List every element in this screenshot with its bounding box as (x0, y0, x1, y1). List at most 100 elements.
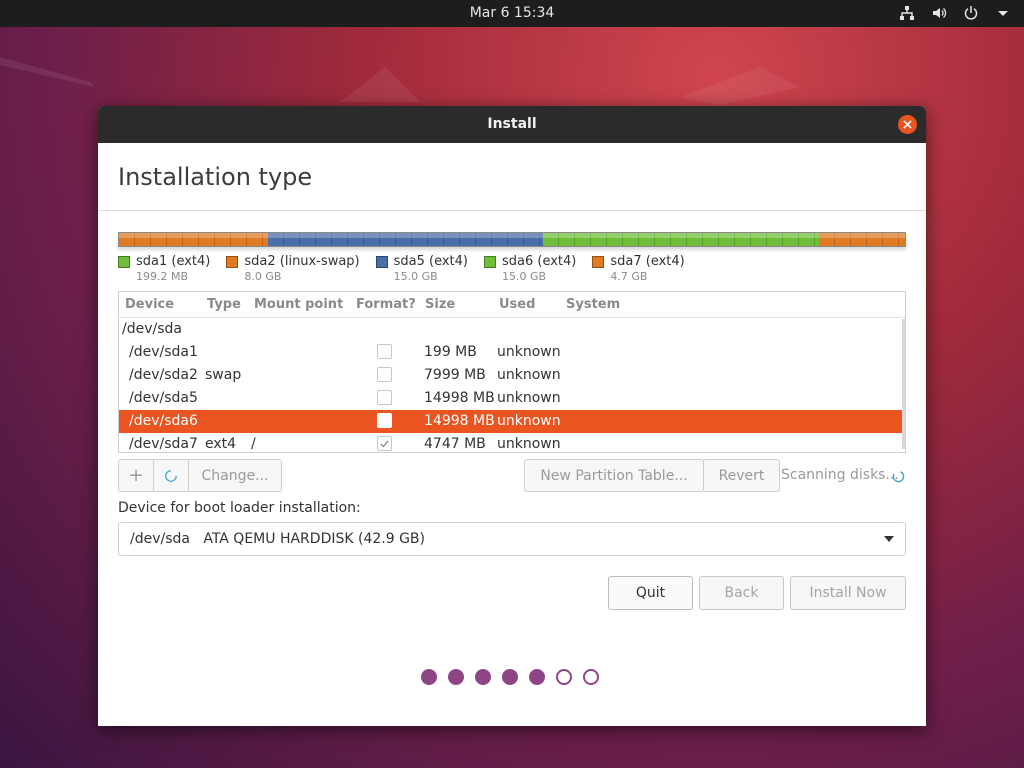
col-type[interactable]: Type (207, 297, 241, 312)
back-button[interactable]: Back (699, 576, 784, 610)
new-partition-table-button[interactable]: New Partition Table... (524, 459, 704, 492)
chevron-down-icon (884, 536, 894, 542)
revert-button[interactable]: Revert (703, 459, 780, 492)
format-checkbox[interactable] (377, 413, 392, 428)
top-bar: Mar 6 15:34 (0, 0, 1024, 27)
partition-segment-sda7 (818, 233, 905, 246)
progress-dot (421, 669, 437, 685)
partition-legend: sda1 (ext4) 199.2 MB sda2 (linux-swap) 8.0 … (118, 254, 701, 283)
cell-device: /dev/sda2 (129, 367, 198, 383)
cell-used: unknown (497, 413, 561, 429)
cell-size: 7999 MB (424, 367, 486, 383)
format-checkbox[interactable] (377, 436, 392, 451)
format-checkbox[interactable] (377, 367, 392, 382)
disk-name: /dev/sda (122, 321, 182, 337)
col-format[interactable]: Format? (356, 297, 416, 312)
format-checkbox[interactable] (377, 390, 392, 405)
legend-size: 199.2 MB (136, 270, 189, 283)
system-tray[interactable] (898, 4, 1012, 22)
network-icon[interactable] (898, 4, 916, 22)
partition-table[interactable]: Device Type Mount point Format? Size Use… (118, 291, 906, 453)
cell-size: 14998 MB (424, 390, 495, 406)
page-title: Installation type (118, 163, 313, 191)
cell-used: unknown (497, 367, 561, 383)
install-window: Install Installation type sda1 (ext4) 199… (98, 106, 926, 726)
bootloader-label: Device for boot loader installation: (118, 500, 361, 516)
legend-swatch (118, 256, 130, 268)
install-now-button[interactable]: Install Now (790, 576, 906, 610)
quit-label: Quit (635, 585, 666, 601)
legend-size: 8.0 GB (244, 270, 282, 283)
legend-item: sda5 (ext4) 15.0 GB (375, 254, 468, 283)
partition-segment-sda6 (543, 233, 819, 246)
progress-dot (475, 669, 491, 685)
table-row[interactable]: /dev/sda5 14998 MB unknown (119, 387, 905, 410)
partition-bar (118, 232, 906, 247)
remove-partition-button[interactable] (153, 459, 189, 492)
legend-item: sda2 (linux-swap) 8.0 GB (226, 254, 360, 283)
segment-highlight (119, 233, 269, 238)
format-checkbox[interactable] (377, 344, 392, 359)
legend-swatch (484, 256, 496, 268)
bootloader-value: /dev/sda ATA QEMU HARDDISK (42.9 GB) (130, 531, 425, 547)
col-device[interactable]: Device (125, 297, 174, 312)
legend-name: sda5 (ext4) (393, 254, 468, 269)
legend-item: sda1 (ext4) 199.2 MB (118, 254, 210, 283)
col-used[interactable]: Used (499, 297, 535, 312)
legend-item: sda6 (ext4) 15.0 GB (484, 254, 576, 283)
table-header: Device Type Mount point Format? Size Use… (119, 292, 905, 318)
progress-dot (529, 669, 545, 685)
table-row[interactable]: /dev/sda2 swap 7999 MB unknown (119, 364, 905, 387)
close-icon (903, 120, 912, 129)
quit-button[interactable]: Quit (608, 576, 693, 610)
cell-device: /dev/sda7 (129, 436, 198, 452)
table-scrollbar[interactable] (902, 319, 905, 449)
table-row-disk[interactable]: /dev/sda (119, 318, 905, 341)
progress-dot (448, 669, 464, 685)
legend-name: sda6 (ext4) (502, 254, 577, 269)
legend-name: sda7 (ext4) (610, 254, 685, 269)
scanning-status: Scanning disks... (781, 467, 899, 483)
back-label: Back (724, 585, 759, 601)
refresh-icon (165, 469, 177, 482)
plus-icon: + (128, 465, 144, 486)
spinner-icon (892, 470, 905, 483)
cell-size: 14998 MB (424, 413, 495, 429)
legend-name: sda2 (linux-swap) (244, 254, 360, 269)
change-button[interactable]: Change... (188, 459, 282, 492)
progress-dots (421, 669, 599, 685)
col-system[interactable]: System (566, 297, 620, 312)
legend-size: 4.7 GB (610, 270, 648, 283)
cell-size: 199 MB (424, 344, 477, 360)
add-partition-button[interactable]: + (118, 459, 154, 492)
volume-icon[interactable] (930, 4, 948, 22)
segment-highlight (818, 233, 905, 238)
new-partition-table-label: New Partition Table... (540, 467, 688, 484)
legend-name: sda1 (ext4) (136, 254, 211, 269)
table-row[interactable]: /dev/sda7 ext4 / 4747 MB unknown (119, 433, 905, 452)
cell-size: 4747 MB (424, 436, 486, 452)
cell-used: unknown (497, 436, 561, 452)
clock[interactable]: Mar 6 15:34 (0, 5, 1024, 21)
menu-arrow-icon[interactable] (994, 4, 1012, 22)
wallpaper-decoration (0, 57, 800, 105)
table-row[interactable]: /dev/sda6 14998 MB unknown (119, 410, 905, 433)
close-button[interactable] (898, 115, 917, 134)
power-icon[interactable] (962, 4, 980, 22)
revert-label: Revert (718, 467, 765, 484)
install-now-label: Install Now (809, 585, 887, 601)
cell-mount: / (251, 436, 256, 452)
progress-dot (502, 669, 518, 685)
partition-segment-sda2 (268, 233, 544, 246)
col-size[interactable]: Size (425, 297, 455, 312)
cell-device: /dev/sda5 (129, 390, 198, 406)
partition-segment-sda1 (119, 233, 269, 246)
bootloader-select[interactable]: /dev/sda ATA QEMU HARDDISK (42.9 GB) (118, 522, 906, 556)
cell-type: swap (205, 367, 242, 383)
cell-type: ext4 (205, 436, 237, 452)
title-bar[interactable]: Install (98, 106, 926, 143)
legend-size: 15.0 GB (393, 270, 438, 283)
table-row[interactable]: /dev/sda1 199 MB unknown (119, 341, 905, 364)
legend-size: 15.0 GB (502, 270, 547, 283)
col-mount[interactable]: Mount point (254, 297, 343, 312)
